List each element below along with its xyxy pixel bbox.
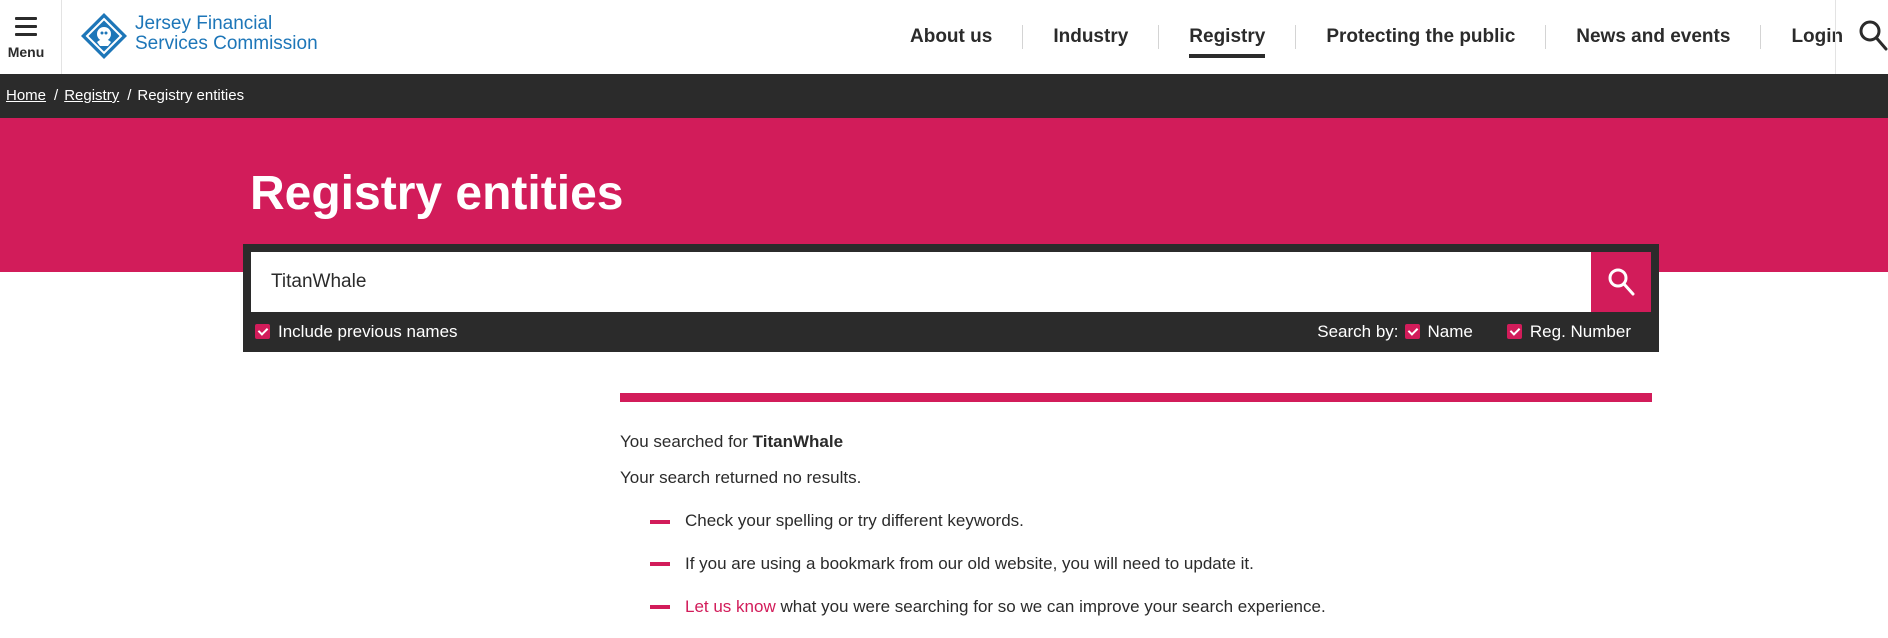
nav-news-and-events[interactable]: News and events [1546,0,1760,74]
breadcrumb-registry[interactable]: Registry [64,87,119,104]
searched-for-text: You searched for TitanWhale [620,432,843,452]
breadcrumb-current: Registry entities [137,87,245,104]
menu-label: Menu [7,44,45,60]
breadcrumb: Home / Registry / Registry entities [0,74,1888,118]
nav-protecting-the-public[interactable]: Protecting the public [1296,0,1545,74]
tip-spelling: Check your spelling or try different key… [685,511,1024,530]
include-previous-names-label: Include previous names [278,322,458,341]
searched-for-prefix: You searched for [620,432,748,451]
tip-feedback: Let us know what you were searching for … [685,597,1326,617]
list-bullet [650,520,670,524]
search-by-regnum-label: Reg. Number [1529,322,1631,341]
let-us-know-link[interactable]: Let us know [685,597,776,616]
search-by-label: Search by: [1317,322,1399,341]
breadcrumb-home[interactable]: Home [6,87,46,104]
search-by-options: Search by: Name Reg. Number [1317,322,1631,342]
search-panel: Include previous names Search by: Name Reg… [243,244,1659,352]
logo-line-2: Services Commission [135,33,318,54]
no-results-message: Your search returned no results. [620,468,862,487]
menu-button[interactable]: Menu [0,0,62,74]
logo-icon [81,13,127,59]
list-bullet [650,605,670,609]
list-bullet [650,562,670,566]
search-by-regnum-checkbox[interactable] [1506,324,1522,339]
main-nav: About us Industry Registry Protecting th… [880,0,1873,74]
site-header: Menu Jersey Financial Services Commissio… [0,0,1888,74]
header-search-button[interactable] [1835,0,1888,74]
include-previous-names-checkbox[interactable] [255,324,270,339]
results-divider [620,393,1652,402]
search-icon [1608,268,1635,296]
search-by-name-checkbox[interactable] [1404,324,1420,339]
menu-icon [15,17,37,41]
breadcrumb-separator: / [127,87,132,104]
breadcrumb-separator: / [54,87,59,104]
tip-bookmark: If you are using a bookmark from our old… [685,554,1254,573]
nav-industry[interactable]: Industry [1023,0,1158,74]
registry-search-input[interactable] [251,252,1591,312]
search-icon [1859,20,1888,51]
nav-about-us[interactable]: About us [880,0,1022,74]
logo-line-1: Jersey Financial [135,13,273,34]
search-submit-button[interactable] [1591,252,1651,312]
include-previous-names-option[interactable]: Include previous names [255,322,458,342]
page-title: Registry entities [250,167,624,220]
tip-feedback-text: what you were searching for so we can im… [780,597,1326,616]
searched-query: TitanWhale [752,432,844,451]
nav-registry[interactable]: Registry [1159,0,1295,74]
search-by-name-label: Name [1427,322,1473,341]
